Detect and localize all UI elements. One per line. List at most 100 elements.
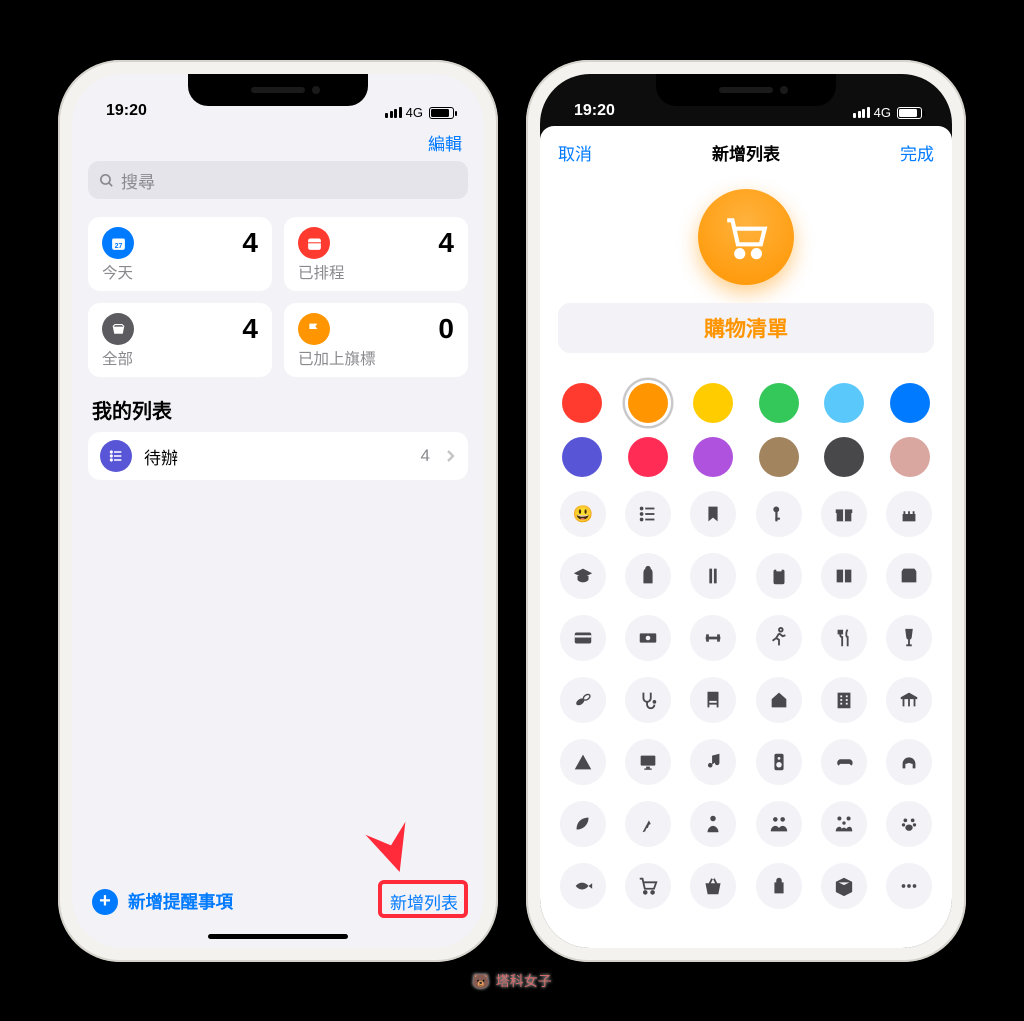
icon-option-pills[interactable]	[560, 677, 606, 723]
edit-button[interactable]: 編輯	[428, 130, 462, 155]
svg-text:😃: 😃	[572, 505, 593, 524]
icon-option-family[interactable]	[821, 801, 867, 847]
notch	[656, 74, 836, 106]
color-swatch[interactable]	[628, 383, 668, 423]
color-row-1	[540, 365, 952, 431]
icon-option-wallet[interactable]	[886, 553, 932, 599]
icon-option-speaker[interactable]	[756, 739, 802, 785]
network-label: 4G	[874, 105, 891, 120]
calendar-icon: 27	[102, 227, 134, 259]
card-label: 全部	[102, 347, 258, 369]
icon-option-bookmark[interactable]	[690, 491, 736, 537]
icon-option-fork[interactable]	[821, 615, 867, 661]
card-count: 4	[242, 313, 258, 345]
card-today[interactable]: 27 4 今天	[88, 217, 272, 291]
signal-icon	[385, 107, 402, 118]
screen-reminders-home: 19:20 4G 編輯 搜尋	[72, 74, 484, 948]
icon-option-cake[interactable]	[886, 491, 932, 537]
color-swatch[interactable]	[562, 437, 602, 477]
color-swatch[interactable]	[693, 383, 733, 423]
list-count: 4	[421, 446, 430, 466]
icon-option-emoji[interactable]: 😃	[560, 491, 606, 537]
icon-option-key[interactable]	[756, 491, 802, 537]
watermark: 🐻 塔科女子	[472, 971, 551, 991]
color-swatch[interactable]	[562, 383, 602, 423]
add-reminder-button[interactable]: + 新增提醒事項	[92, 889, 233, 915]
color-swatch[interactable]	[628, 437, 668, 477]
list-hero-icon	[698, 189, 794, 285]
card-label: 已排程	[298, 261, 454, 283]
sheet-title: 新增列表	[712, 140, 780, 165]
add-list-button[interactable]: 新增列表	[384, 885, 464, 918]
search-input[interactable]: 搜尋	[88, 161, 468, 199]
icon-option-music[interactable]	[690, 739, 736, 785]
color-swatch[interactable]	[824, 437, 864, 477]
icon-option-dumbbell[interactable]	[690, 615, 736, 661]
icon-option-grad[interactable]	[560, 553, 606, 599]
icon-option-clipboard[interactable]	[756, 553, 802, 599]
status-right: 4G	[385, 105, 454, 120]
icon-option-monitor[interactable]	[625, 739, 671, 785]
icon-option-card[interactable]	[560, 615, 606, 661]
color-swatch[interactable]	[890, 437, 930, 477]
plus-circle-icon: +	[92, 889, 118, 915]
section-my-lists: 我的列表	[88, 395, 468, 432]
icon-option-wine[interactable]	[886, 615, 932, 661]
icon-option-book[interactable]	[821, 553, 867, 599]
icon-option-bag[interactable]	[756, 863, 802, 909]
color-swatch[interactable]	[693, 437, 733, 477]
done-button[interactable]: 完成	[900, 140, 934, 165]
card-flagged[interactable]: 0 已加上旗標	[284, 303, 468, 377]
icon-option-gamepad[interactable]	[821, 739, 867, 785]
icon-option-run[interactable]	[756, 615, 802, 661]
chevron-right-icon	[446, 449, 456, 463]
cancel-button[interactable]: 取消	[558, 140, 592, 165]
icon-option-chair[interactable]	[690, 677, 736, 723]
icon-option-paw[interactable]	[886, 801, 932, 847]
icon-option-headphones[interactable]	[886, 739, 932, 785]
color-swatch[interactable]	[759, 383, 799, 423]
icon-option-person[interactable]	[690, 801, 736, 847]
card-count: 0	[438, 313, 454, 345]
icon-option-building[interactable]	[821, 677, 867, 723]
schedule-icon	[298, 227, 330, 259]
annotation-arrow-icon	[352, 788, 422, 878]
battery-icon	[897, 107, 922, 119]
card-count: 4	[242, 227, 258, 259]
icon-option-stetho[interactable]	[625, 677, 671, 723]
color-swatch[interactable]	[890, 383, 930, 423]
add-reminder-label: 新增提醒事項	[128, 889, 233, 914]
icon-option-basket[interactable]	[690, 863, 736, 909]
icon-option-people[interactable]	[756, 801, 802, 847]
network-label: 4G	[406, 105, 423, 120]
icon-option-gift[interactable]	[821, 491, 867, 537]
icon-option-house[interactable]	[756, 677, 802, 723]
icon-option-ruler[interactable]	[690, 553, 736, 599]
tray-icon	[102, 313, 134, 345]
card-all[interactable]: 4 全部	[88, 303, 272, 377]
icon-option-museum[interactable]	[886, 677, 932, 723]
icon-option-box[interactable]	[821, 863, 867, 909]
list-name-input[interactable]: 購物清單	[558, 303, 934, 353]
list-row-todo[interactable]: 待辦 4	[88, 432, 468, 480]
icon-option-leaf[interactable]	[560, 801, 606, 847]
color-swatch[interactable]	[824, 383, 864, 423]
list-icon	[100, 440, 132, 472]
status-time: 19:20	[106, 102, 147, 120]
card-scheduled[interactable]: 4 已排程	[284, 217, 468, 291]
svg-text:27: 27	[114, 241, 122, 249]
icon-option-tent[interactable]	[560, 739, 606, 785]
icon-option-cart[interactable]	[625, 863, 671, 909]
icon-option-carrot[interactable]	[625, 801, 671, 847]
battery-icon	[429, 107, 454, 119]
icon-grid: 😃	[540, 485, 952, 909]
card-label: 已加上旗標	[298, 347, 454, 369]
icon-option-fish[interactable]	[560, 863, 606, 909]
signal-icon	[853, 107, 870, 118]
icon-option-list[interactable]	[625, 491, 671, 537]
icon-option-backpack[interactable]	[625, 553, 671, 599]
icon-option-cash[interactable]	[625, 615, 671, 661]
notch	[188, 74, 368, 106]
color-swatch[interactable]	[759, 437, 799, 477]
icon-option-more[interactable]	[886, 863, 932, 909]
